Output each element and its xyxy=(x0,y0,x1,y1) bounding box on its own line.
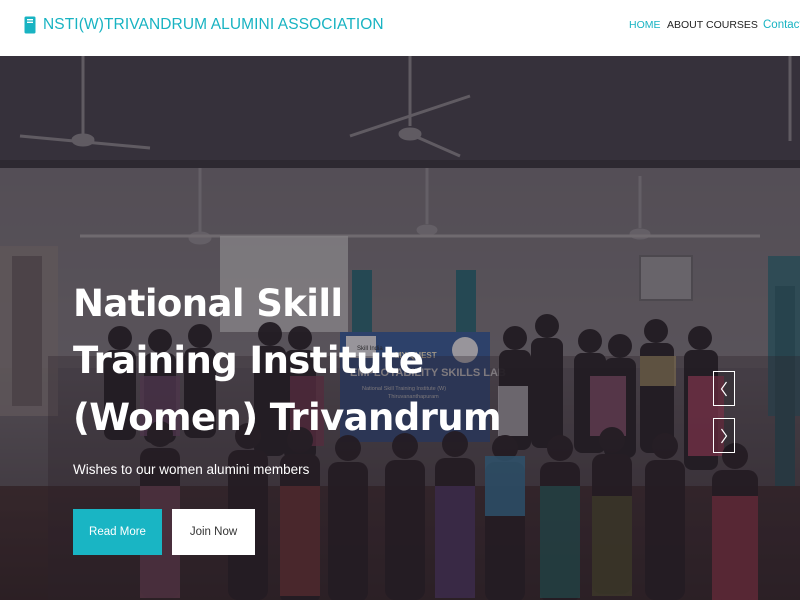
carousel-next-button[interactable] xyxy=(713,418,735,453)
navbar: NSTI(W)TRIVANDRUM ALUMINI ASSOCIATION HO… xyxy=(0,0,800,56)
brand-title: NSTI(W)TRIVANDRUM ALUMINI ASSOCIATION xyxy=(43,16,384,33)
hero-subtitle: Wishes to our women alumini members xyxy=(73,462,310,477)
nav-about[interactable]: ABOUT xyxy=(667,19,703,31)
nav-home[interactable]: HOME xyxy=(629,19,661,31)
nav-contact[interactable]: Contact xyxy=(763,19,800,31)
hero-title: National Skill Training Institute (Women… xyxy=(73,282,502,439)
chevron-right-icon xyxy=(721,428,728,443)
carousel-prev-button[interactable] xyxy=(713,371,735,406)
read-more-button[interactable]: Read More xyxy=(73,509,162,555)
hero-carousel: Skill India MY QUEST EMPLOYABILITY SKILL… xyxy=(0,56,800,600)
book-icon xyxy=(24,16,36,34)
chevron-left-icon xyxy=(720,381,727,396)
join-now-button[interactable]: Join Now xyxy=(172,509,255,555)
nav-courses[interactable]: COURSES xyxy=(706,19,758,31)
brand-link[interactable]: NSTI(W)TRIVANDRUM ALUMINI ASSOCIATION xyxy=(24,16,384,34)
